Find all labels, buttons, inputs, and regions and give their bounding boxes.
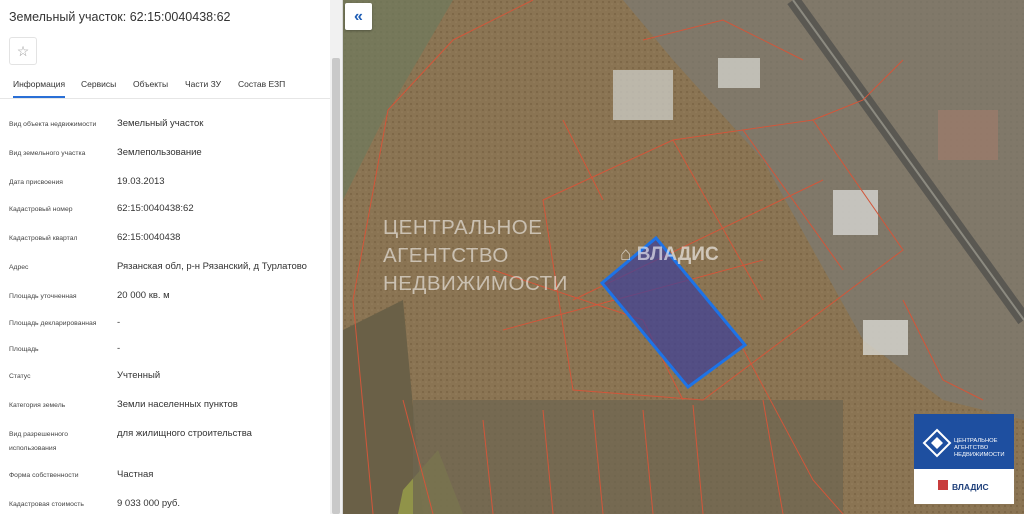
property-key: Статус [9,373,31,380]
tab-objects[interactable]: Объекты [133,72,168,96]
tab-ezp[interactable]: Состав ЕЗП [238,72,285,96]
property-value: Земли населенных пунктов [117,399,238,410]
property-key: Кадастровый квартал [9,235,78,242]
property-key: Площадь [9,346,39,353]
property-value: - [117,343,121,354]
tab-bar: Информация Сервисы Объекты Части ЗУ Сост… [0,72,330,99]
property-value: 62:15:0040438 [117,232,181,243]
logo-line-1: ЦЕНТРАЛЬНОЕ [954,438,998,444]
property-key: Адрес [9,264,29,271]
property-key: Площадь декларированная [9,320,97,327]
property-key: Вид объекта недвижимости [9,121,97,128]
property-value: Земельный участок [117,118,204,129]
property-value: - [117,317,121,328]
property-value: 19.03.2013 [117,176,165,187]
tab-parts[interactable]: Части ЗУ [185,72,221,96]
property-key: Дата присвоения [9,179,63,186]
logo-brand: ВЛАДИС [952,482,989,492]
property-value: Частная [117,469,154,480]
property-key: Площадь уточненная [9,293,77,300]
building [863,320,908,355]
watermark-brand: ⌂ ВЛАДИС [620,244,719,265]
property-value: для жилищного строительства [117,428,252,439]
property-value: Рязанская обл, р-н Рязанский, д Турлатов… [117,261,307,272]
logo-mark-icon [922,428,952,458]
property-key: Вид разрешенного использования [9,431,68,452]
building [833,190,878,235]
property-value: 62:15:0040438:62 [117,203,194,214]
favorite-star-icon[interactable]: ☆ [9,37,37,65]
collapse-panel-button[interactable]: « [345,3,372,30]
logo-line-3: НЕДВИЖИМОСТИ [954,452,1005,458]
tab-info[interactable]: Информация [13,72,66,98]
building [613,70,673,120]
property-key: Категория земель [9,402,66,409]
property-value: 9 033 000 руб. [117,498,181,509]
watermark-line-2: АГЕНТСТВО [383,244,509,267]
property-key: Кадастровый номер [9,206,73,213]
home-icon [938,480,948,490]
building [718,58,760,88]
logo-line-2: АГЕНТСТВО [954,445,989,451]
property-value: Учтенный [117,370,161,381]
watermark-line-1: ЦЕНТРАЛЬНОЕ [383,216,543,239]
property-key: Кадастровая стоимость [9,501,84,508]
property-value: Землепользование [117,147,202,158]
property-key: Форма собственности [9,472,79,479]
building [938,110,998,160]
tab-services[interactable]: Сервисы [81,72,116,96]
panel-scrollbar[interactable] [330,0,342,514]
village-area [413,400,843,514]
property-value: 20 000 кв. м [117,290,170,301]
scrollbar-thumb[interactable] [332,58,340,514]
panel-title: Земельный участок: 62:15:0040438:62 [9,10,231,24]
property-key: Вид земельного участка [9,150,86,157]
agency-logo: ЦЕНТРАЛЬНОЕ АГЕНТСТВО НЕДВИЖИМОСТИ ВЛАДИ… [914,414,1014,504]
watermark-line-3: НЕДВИЖИМОСТИ [383,272,568,295]
info-panel: Земельный участок: 62:15:0040438:62 ☆ Ин… [0,0,343,514]
